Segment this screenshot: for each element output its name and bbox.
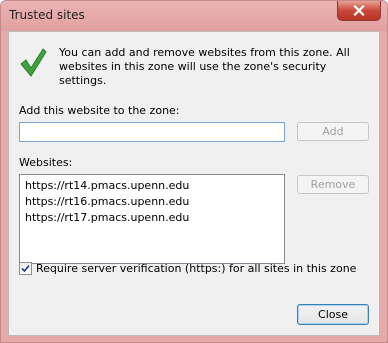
list-item[interactable]: https://rt17.pmacs.upenn.edu xyxy=(20,210,284,226)
close-button[interactable]: Close xyxy=(297,304,369,325)
list-item[interactable]: https://rt14.pmacs.upenn.edu xyxy=(20,178,284,194)
window-title: Trusted sites xyxy=(9,8,85,22)
close-icon xyxy=(353,5,365,16)
dialog-content: You can add and remove websites from thi… xyxy=(8,31,380,336)
list-item[interactable]: https://rt16.pmacs.upenn.edu xyxy=(20,194,284,210)
remove-button[interactable]: Remove xyxy=(297,175,369,194)
add-button[interactable]: Add xyxy=(297,122,369,141)
check-icon xyxy=(20,48,47,77)
zone-info-text: You can add and remove websites from thi… xyxy=(59,46,350,87)
title-bar[interactable]: Trusted sites xyxy=(1,1,387,31)
websites-label: Websites: xyxy=(19,156,73,169)
websites-list[interactable]: https://rt14.pmacs.upenn.edu https://rt1… xyxy=(19,174,285,264)
verification-label: Require server verification (https:) for… xyxy=(36,262,357,275)
window-close-button[interactable] xyxy=(337,1,381,21)
verification-checkbox[interactable] xyxy=(19,262,32,275)
trusted-sites-dialog: Trusted sites You can add and remove web… xyxy=(0,0,388,343)
verification-option[interactable]: Require server verification (https:) for… xyxy=(19,262,356,275)
checkmark-icon xyxy=(21,264,30,273)
add-website-label: Add this website to the zone: xyxy=(19,104,180,117)
add-website-input[interactable] xyxy=(19,122,285,142)
